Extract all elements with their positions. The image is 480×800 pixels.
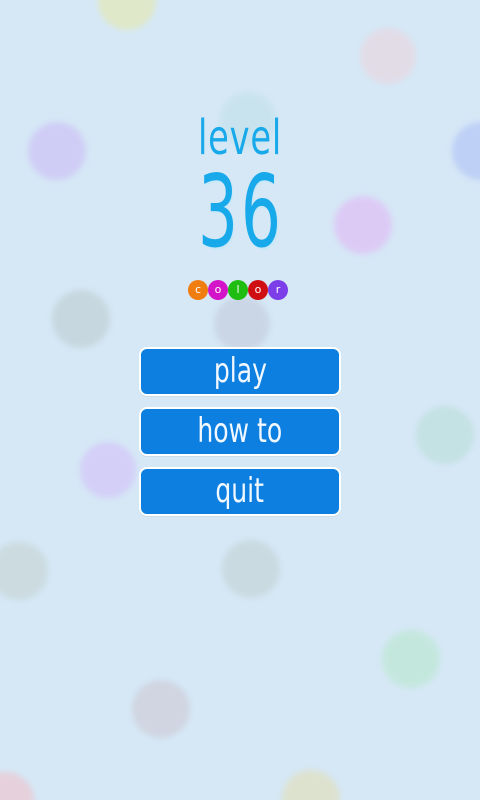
background-bubble bbox=[382, 630, 440, 688]
background-bubble bbox=[0, 772, 34, 800]
background-bubble bbox=[222, 540, 280, 598]
background-bubble bbox=[80, 442, 136, 498]
background-bubble bbox=[52, 290, 110, 348]
how-to-button-label: how to bbox=[197, 411, 283, 451]
game-logo: level 36 bbox=[180, 114, 300, 262]
background-bubble bbox=[334, 196, 392, 254]
background-bubble bbox=[28, 122, 86, 180]
play-button-label: play bbox=[213, 351, 267, 391]
color-dot: l bbox=[228, 280, 248, 300]
background-bubble bbox=[452, 122, 480, 180]
main-menu: play how to quit bbox=[139, 347, 341, 527]
quit-button[interactable]: quit bbox=[139, 467, 341, 516]
color-dot: c bbox=[188, 280, 208, 300]
background-bubble bbox=[416, 406, 474, 464]
background-bubble bbox=[214, 296, 270, 352]
color-dots: color bbox=[188, 280, 292, 300]
play-button[interactable]: play bbox=[139, 347, 341, 396]
background-bubble bbox=[0, 542, 48, 600]
quit-button-label: quit bbox=[215, 471, 265, 511]
logo-level-number: 36 bbox=[198, 153, 284, 270]
how-to-button[interactable]: how to bbox=[139, 407, 341, 456]
color-dot: o bbox=[248, 280, 268, 300]
background-bubble bbox=[98, 0, 156, 30]
background-bubble bbox=[360, 28, 416, 84]
background-bubble bbox=[282, 770, 340, 800]
color-dot: o bbox=[208, 280, 228, 300]
color-dot: r bbox=[268, 280, 288, 300]
background-bubble bbox=[132, 680, 190, 738]
